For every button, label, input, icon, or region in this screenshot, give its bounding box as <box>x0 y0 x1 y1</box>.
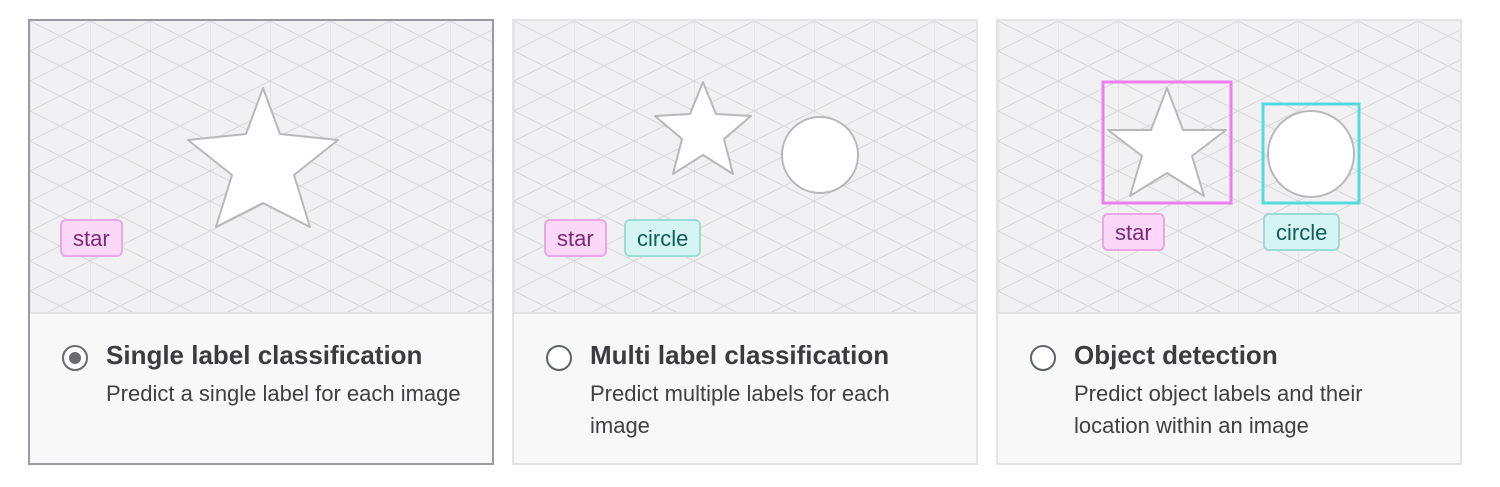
radio-single-label[interactable] <box>62 345 88 371</box>
option-single-label-card[interactable]: star Single label classification Predict… <box>28 19 494 465</box>
option-title: Multi label classification <box>590 340 890 370</box>
single-label-illustration: star <box>30 21 492 314</box>
star-shape-icon <box>654 81 752 175</box>
object-detection-illustration: star circle <box>998 21 1460 314</box>
option-description: Predict a single label for each image <box>106 381 461 406</box>
star-shape-icon <box>187 87 339 228</box>
radio-multi-label[interactable] <box>546 345 572 371</box>
classification-type-selector: star Single label classification Predict… <box>0 0 1500 487</box>
option-title: Single label classification <box>106 340 423 370</box>
circle-shape-icon <box>1267 110 1355 198</box>
star-shape-icon <box>1107 87 1227 197</box>
star-label-chip: star <box>60 219 123 257</box>
star-label-chip: star <box>1102 213 1165 251</box>
option-multi-label-card[interactable]: star circle Multi label classification P… <box>512 19 978 465</box>
option-description: Predict multiple labels for each image <box>590 381 890 438</box>
option-multi-label-footer: Multi label classification Predict multi… <box>514 314 976 463</box>
option-title: Object detection <box>1074 340 1278 370</box>
option-object-detection-footer: Object detection Predict object labels a… <box>998 314 1460 463</box>
radio-object-detection[interactable] <box>1030 345 1056 371</box>
option-description: Predict object labels and their location… <box>1074 381 1363 438</box>
star-label-chip: star <box>544 219 607 257</box>
option-single-label-footer: Single label classification Predict a si… <box>30 314 492 463</box>
circle-label-chip: circle <box>624 219 702 257</box>
radio-selected-dot <box>69 352 81 364</box>
circle-label-chip: circle <box>1263 213 1341 251</box>
circle-shape-icon <box>781 116 859 194</box>
multi-label-illustration: star circle <box>514 21 976 314</box>
option-object-detection-card[interactable]: star circle Object detection Predict obj… <box>996 19 1462 465</box>
